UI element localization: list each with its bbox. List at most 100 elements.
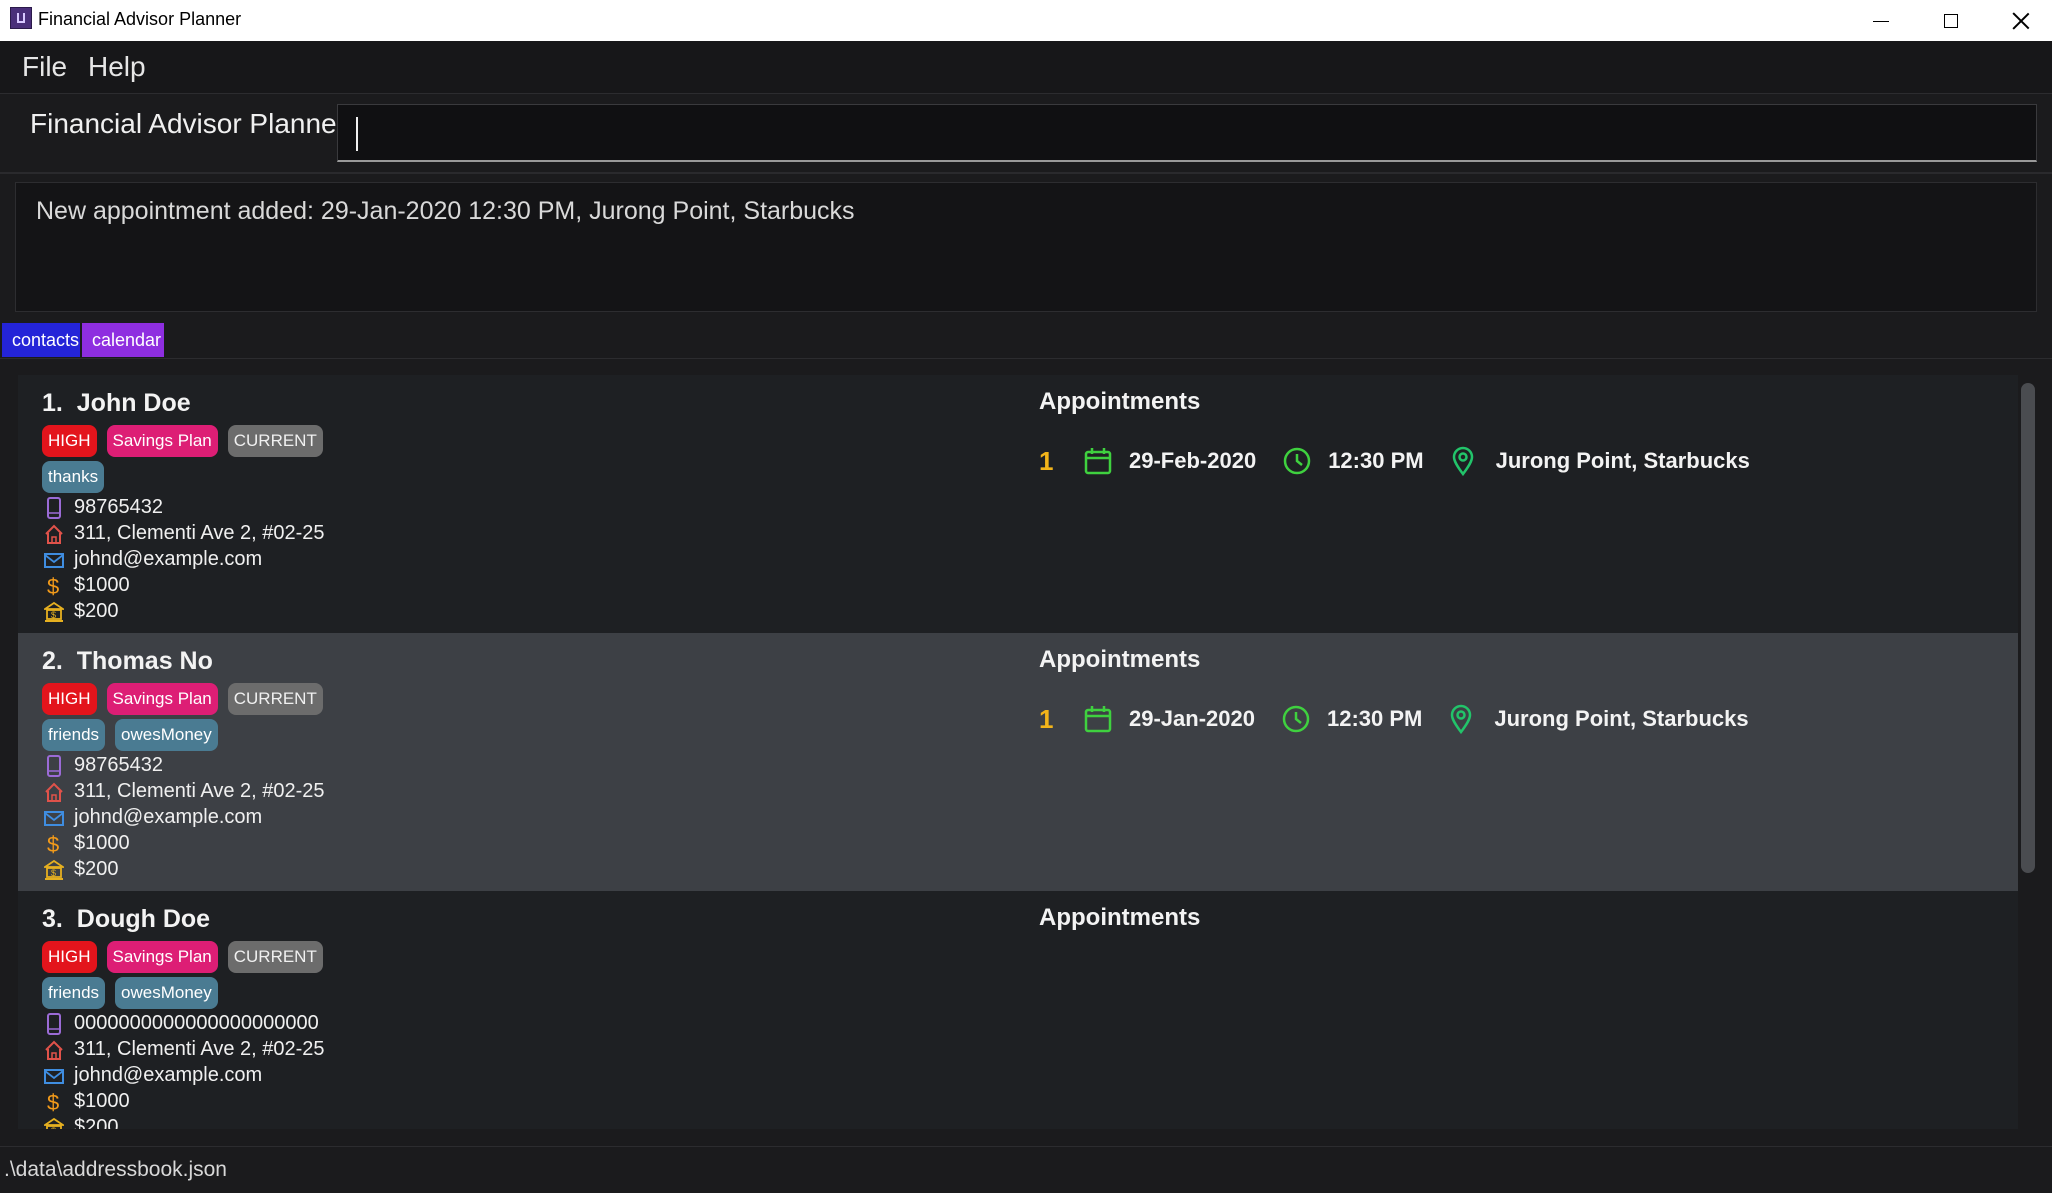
client-address-row: 311, Clementi Ave 2, #02-25 [44,1038,325,1061]
client-income-row: $ $1000 [44,574,130,597]
phone-icon [44,1012,74,1035]
svg-text:$: $ [47,575,59,597]
plan-tag: Savings Plan [106,425,218,457]
home-icon [44,1039,74,1061]
client-status-tag: CURRENT [227,425,323,457]
client-income: $1000 [74,574,130,596]
client-address: 311, Clementi Ave 2, #02-25 [74,1038,325,1060]
result-message: New appointment added: 29-Jan-2020 12:30… [36,197,855,225]
tag-row-primary: HIGH Savings Plan CURRENT [42,683,323,715]
client-name-text: Dough Doe [76,905,211,933]
client-name-text: John Doe [76,389,191,417]
save-location: .\data\addressbook.json [4,1158,227,1181]
maximize-button[interactable] [1916,0,1986,41]
window-title-bar: Financial Advisor Planner [0,0,2052,41]
minimize-button[interactable] [1846,0,1916,41]
tab-bar: contacts calendar [0,322,2052,359]
home-icon [44,523,74,545]
calendar-icon [1083,446,1113,476]
appointment-venue: Jurong Point, Starbucks [1494,706,1749,731]
appointments-heading: Appointments [1039,646,1201,673]
client-address: 311, Clementi Ave 2, #02-25 [74,780,325,802]
client-name: 3. Dough Doe [42,905,210,934]
clock-icon [1282,446,1312,476]
appointment-row[interactable]: 1 29-Feb-2020 12:30 PM Jurong Point, Starbu… [1039,443,1750,479]
appointment-venue: Jurong Point, Starbucks [1495,448,1750,473]
priority-tag: HIGH [42,941,97,973]
appointment-row[interactable]: 1 29-Jan-2020 12:30 PM Jurong Point, Starbu… [1039,701,1749,737]
bank-icon: $ [44,1117,74,1130]
map-pin-icon [1446,704,1476,734]
tag-row-user: thanks [42,461,105,493]
client-address-row: 311, Clementi Ave 2, #02-25 [44,780,325,803]
client-email-row: johnd@example.com [44,1064,262,1087]
client-card[interactable]: 1. John Doe HIGH Savings Plan CURRENT thanks… [18,375,2018,633]
client-card[interactable]: 3. Dough Doe HIGH Savings Plan CURRENT frien… [18,891,2018,1129]
user-tag: owesMoney [115,977,218,1009]
client-index: 3. [42,905,63,933]
scrollbar-thumb[interactable] [2021,383,2035,873]
clock-icon [1281,704,1311,734]
user-tag: thanks [42,461,105,493]
result-display: New appointment added: 29-Jan-2020 12:30… [15,182,2037,312]
menu-help[interactable]: Help [88,51,146,83]
client-email-row: johnd@example.com [44,806,262,829]
user-tag: owesMoney [115,719,218,751]
command-bar: Financial Advisor Planner [0,94,2052,174]
tab-contacts[interactable]: contacts [2,323,80,357]
svg-text:$: $ [51,1126,56,1130]
tag-row-primary: HIGH Savings Plan CURRENT [42,941,323,973]
phone-icon [44,496,74,519]
client-income-row: $ $1000 [44,1090,130,1113]
tag-row-user: friends owesMoney [42,977,218,1009]
svg-text:$: $ [51,868,56,878]
client-name: 2. Thomas No [42,647,213,676]
priority-tag: HIGH [42,425,97,457]
close-icon [2012,12,2030,30]
appointment-date: 29-Feb-2020 [1129,448,1257,473]
mail-icon [44,549,74,571]
client-email: johnd@example.com [74,806,263,828]
user-tag: friends [42,719,106,751]
plan-tag: Savings Plan [106,941,218,973]
client-card[interactable]: 2. Thomas No HIGH Savings Plan CURRENT frien… [18,633,2018,891]
client-phone: 0000000000000000000000 [74,1012,319,1034]
appointment-time: 12:30 PM [1328,448,1424,473]
client-savings-row: $ $200 [44,600,119,623]
appointment-index: 1 [1039,445,1054,476]
app-name-label: Financial Advisor Planner [30,108,346,139]
command-input[interactable] [337,104,2037,162]
app-icon [10,7,32,29]
svg-text:$: $ [51,610,56,620]
svg-text:$: $ [47,1091,59,1113]
menu-bar: File Help [0,41,2052,94]
list-scrollbar[interactable] [2018,375,2038,1129]
client-phone: 98765432 [74,496,163,518]
plan-tag: Savings Plan [106,683,218,715]
client-status-tag: CURRENT [227,683,323,715]
close-button[interactable] [1986,0,2052,41]
mail-icon [44,1065,74,1087]
client-savings: $200 [74,1116,119,1129]
client-index: 1. [42,389,63,417]
tab-calendar[interactable]: calendar [82,323,164,357]
map-pin-icon [1448,446,1478,476]
client-email: johnd@example.com [74,1064,263,1086]
appointments-heading: Appointments [1039,904,1201,931]
status-bar: .\data\addressbook.json [0,1146,2052,1193]
calendar-icon [1083,704,1113,734]
client-phone: 98765432 [74,754,163,776]
tag-row-user: friends owesMoney [42,719,218,751]
bank-icon: $ [44,601,74,623]
mail-icon [44,807,74,829]
appointment-date: 29-Jan-2020 [1129,706,1255,731]
bank-icon: $ [44,859,74,881]
client-income: $1000 [74,1090,130,1112]
client-email: johnd@example.com [74,548,263,570]
maximize-icon [1944,13,1958,28]
menu-file[interactable]: File [22,51,67,83]
dollar-icon: $ [44,575,74,597]
client-savings-row: $ $200 [44,858,119,881]
text-caret [356,117,358,151]
minimize-icon [1873,21,1889,22]
